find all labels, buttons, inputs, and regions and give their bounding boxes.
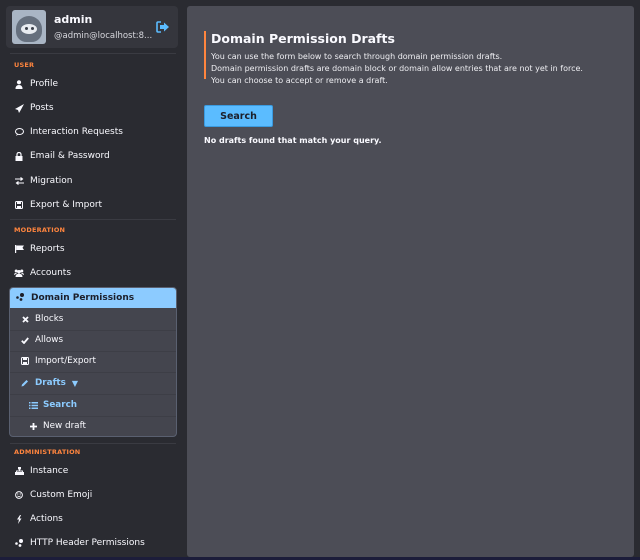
sidebar-item-reports[interactable]: Reports: [14, 241, 65, 257]
sidebar-item-instance[interactable]: Instance: [14, 463, 68, 479]
sidebar: admin @admin@localhost:8... USER Profile…: [0, 0, 184, 560]
sidebar-item-interaction-requests[interactable]: Interaction Requests: [14, 124, 123, 140]
sidebar-item-http-header-permissions[interactable]: HTTP Header Permissions: [14, 535, 145, 551]
sidebar-item-allows[interactable]: Allows: [20, 332, 63, 348]
lock-icon: [14, 151, 24, 161]
comment-icon: [14, 128, 24, 136]
paper-plane-icon: [14, 103, 24, 113]
main-panel: Domain Permission Drafts You can use the…: [187, 6, 634, 557]
pencil-icon: [20, 379, 30, 387]
sidebar-item-domain-permissions[interactable]: Domain Permissions: [10, 288, 176, 308]
empty-results-message: No drafts found that match your query.: [204, 136, 382, 145]
description-line: You can use the form below to search thr…: [211, 52, 503, 61]
nodes-icon: [16, 293, 26, 303]
smile-icon: [14, 491, 24, 499]
times-icon: [20, 315, 30, 323]
account-handle: @admin@localhost:8...: [54, 31, 153, 41]
exchange-icon: [14, 177, 24, 185]
divider: [10, 372, 176, 373]
logout-icon[interactable]: [156, 21, 170, 33]
section-label-user: USER: [14, 61, 35, 69]
section-label-moderation: MODERATION: [14, 226, 66, 234]
sitemap-icon: [14, 467, 24, 475]
users-icon: [14, 269, 24, 277]
sidebar-item-actions[interactable]: Actions: [14, 511, 63, 527]
sidebar-item-drafts[interactable]: Drafts ▼: [20, 375, 78, 391]
section-label-administration: ADMINISTRATION: [14, 448, 81, 456]
page-title: Domain Permission Drafts: [211, 31, 395, 46]
page-heading: Domain Permission Drafts You can use the…: [204, 31, 614, 85]
check-icon: [20, 336, 30, 344]
divider: [10, 351, 176, 352]
account-name: admin: [54, 13, 93, 26]
plus-icon: [28, 422, 38, 430]
sidebar-item-import-export[interactable]: Import/Export: [20, 353, 96, 369]
sidebar-item-email-password[interactable]: Email & Password: [14, 148, 110, 164]
sidebar-item-new-draft[interactable]: New draft: [28, 418, 86, 434]
floppy-icon: [14, 201, 24, 209]
sidebar-item-migration[interactable]: Migration: [14, 173, 72, 189]
bolt-icon: [14, 514, 24, 524]
floppy-icon: [20, 357, 30, 365]
page-description: You can use the form below to search thr…: [211, 51, 614, 87]
caret-down-icon: ▼: [71, 378, 79, 388]
account-card[interactable]: admin @admin@localhost:8...: [6, 6, 178, 48]
divider: [10, 219, 176, 220]
description-line: Domain permission drafts are domain bloc…: [211, 64, 583, 73]
list-icon: [28, 401, 38, 409]
sidebar-item-export-import[interactable]: Export & Import: [14, 197, 102, 213]
sidebar-item-blocks[interactable]: Blocks: [20, 311, 63, 327]
divider: [10, 53, 176, 54]
nodes-icon: [14, 539, 24, 547]
divider: [10, 416, 176, 417]
divider: [10, 443, 176, 444]
sidebar-item-custom-emoji[interactable]: Custom Emoji: [14, 487, 92, 503]
user-icon: [14, 79, 24, 89]
avatar: [12, 10, 46, 44]
sidebar-item-search[interactable]: Search: [28, 397, 77, 413]
divider: [10, 330, 176, 331]
description-line: You can choose to accept or remove a dra…: [211, 76, 388, 85]
divider: [10, 394, 176, 395]
domain-permissions-group: Domain Permissions Blocks Allows Import/…: [9, 287, 177, 437]
flag-icon: [14, 245, 24, 253]
search-button[interactable]: Search: [204, 105, 273, 127]
sidebar-item-posts[interactable]: Posts: [14, 100, 54, 116]
sidebar-item-profile[interactable]: Profile: [14, 76, 58, 92]
sidebar-item-accounts[interactable]: Accounts: [14, 265, 71, 281]
